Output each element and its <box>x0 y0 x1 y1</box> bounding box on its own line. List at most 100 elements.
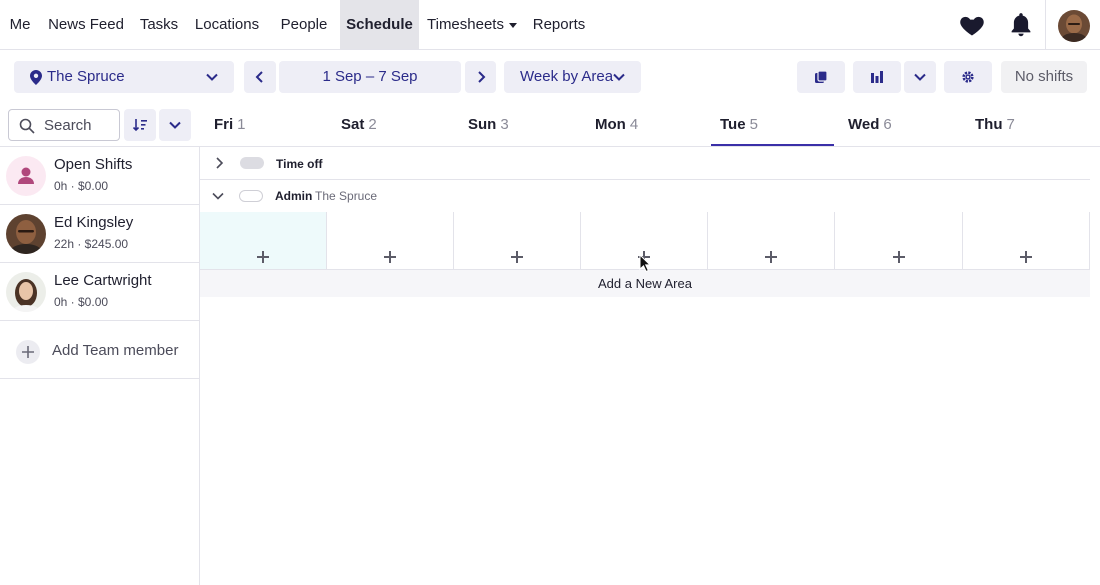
day-header-sun[interactable]: Sun 3 <box>468 109 509 147</box>
day-header-wed[interactable]: Wed 6 <box>848 109 892 147</box>
avatar <box>6 214 46 254</box>
member-row-ed-kingsley[interactable]: Ed Kingsley 22h · $245.00 <box>0 205 199 263</box>
nav-news-feed-label: News Feed <box>48 16 124 33</box>
day-name: Thu <box>975 116 1003 133</box>
add-shift-cell-sun[interactable] <box>454 212 581 269</box>
bell-icon[interactable] <box>1008 11 1036 39</box>
previous-week-button[interactable] <box>244 61 276 93</box>
chevron-down-icon <box>914 73 926 81</box>
day-header-thu[interactable]: Thu 7 <box>975 109 1015 147</box>
member-row-lee-cartwright[interactable]: Lee Cartwright 0h · $0.00 <box>0 263 199 321</box>
stats-dropdown-button[interactable] <box>904 61 936 93</box>
plus-icon <box>1020 251 1032 263</box>
nav-schedule[interactable]: Schedule <box>340 0 419 49</box>
collapse-area-toggle[interactable] <box>211 189 225 203</box>
chevron-right-icon <box>216 157 224 169</box>
date-range-label: 1 Sep – 7 Sep <box>322 68 418 85</box>
sort-icon <box>132 119 147 132</box>
user-avatar[interactable] <box>1058 10 1090 42</box>
settings-button[interactable] <box>944 61 992 93</box>
copy-button[interactable] <box>797 61 845 93</box>
add-shift-cell-sat[interactable] <box>327 212 454 269</box>
person-icon <box>18 167 34 184</box>
day-header-mon[interactable]: Mon 4 <box>595 109 638 147</box>
add-new-area-label: Add a New Area <box>598 276 692 291</box>
chevron-left-icon <box>255 71 263 83</box>
area-name: Admin <box>275 189 313 203</box>
member-name: Open Shifts <box>54 156 133 173</box>
sort-dropdown-button[interactable] <box>159 109 191 141</box>
member-name: Ed Kingsley <box>54 214 134 231</box>
plus-icon <box>765 251 777 263</box>
copy-icon <box>815 70 828 83</box>
day-name: Mon <box>595 116 626 133</box>
expand-time-off-toggle[interactable] <box>212 156 226 170</box>
nav-me-label: Me <box>9 16 31 33</box>
add-new-area-button[interactable]: Add a New Area <box>200 270 1090 297</box>
nav-tasks[interactable]: Tasks <box>132 0 186 49</box>
add-shift-cell-wed[interactable] <box>835 212 963 269</box>
open-shifts-avatar <box>6 156 46 196</box>
add-team-member-label: Add Team member <box>52 342 179 359</box>
time-off-color-pill <box>240 157 264 169</box>
add-shift-cell-thu[interactable] <box>963 212 1090 269</box>
open-shifts-row[interactable]: Open Shifts 0h · $0.00 <box>0 147 199 205</box>
add-team-member-button[interactable]: Add Team member <box>0 321 199 379</box>
chevron-down-icon <box>613 73 625 81</box>
chevron-down-icon <box>206 73 218 81</box>
member-hours-cost: 0h · $0.00 <box>54 295 109 309</box>
search-input[interactable]: Search <box>8 109 120 141</box>
day-name: Sun <box>468 116 497 133</box>
area-color-pill <box>239 190 263 202</box>
nav-timesheets-label: Timesheets <box>427 16 504 33</box>
team-member-panel: Open Shifts 0h · $0.00 Ed Kingsley 22h ·… <box>0 147 200 585</box>
day-number: 6 <box>883 116 892 133</box>
row-divider <box>200 179 1090 180</box>
nav-locations[interactable]: Locations <box>188 0 266 49</box>
gear-icon <box>962 71 974 83</box>
day-header-sat[interactable]: Sat 2 <box>341 109 377 147</box>
day-name: Sat <box>341 116 365 133</box>
nav-me[interactable]: Me <box>0 0 40 49</box>
nav-timesheets[interactable]: Timesheets <box>424 0 520 49</box>
area-location: The Spruce <box>315 189 378 203</box>
next-week-button[interactable] <box>465 61 496 93</box>
stats-button[interactable] <box>853 61 901 93</box>
nav-reports[interactable]: Reports <box>526 0 592 49</box>
chevron-right-icon <box>478 71 486 83</box>
view-selector[interactable]: Week by Area <box>504 61 641 93</box>
nav-reports-label: Reports <box>532 16 586 33</box>
day-name: Fri <box>214 116 234 133</box>
day-name: Wed <box>848 116 880 133</box>
nav-people-label: People <box>280 16 328 33</box>
add-shift-cell-fri[interactable] <box>200 212 327 269</box>
member-name: Lee Cartwright <box>54 272 152 289</box>
day-header-tue[interactable]: Tue 5 <box>720 109 758 147</box>
nav-news-feed[interactable]: News Feed <box>42 0 130 49</box>
chevron-down-icon <box>169 121 181 129</box>
mouse-cursor-icon <box>639 254 651 272</box>
day-number: 4 <box>629 116 639 133</box>
plus-icon <box>384 251 396 263</box>
sort-button[interactable] <box>124 109 156 141</box>
location-selector[interactable]: The Spruce <box>14 61 234 93</box>
nav-people[interactable]: People <box>272 0 336 49</box>
day-header-fri[interactable]: Fri 1 <box>214 109 246 147</box>
day-name: Tue <box>720 116 746 133</box>
day-number: 2 <box>368 116 377 133</box>
heart-icon[interactable] <box>958 11 986 39</box>
day-number: 7 <box>1006 116 1015 133</box>
day-number: 1 <box>237 116 246 133</box>
chevron-down-icon <box>212 192 224 200</box>
nav-tasks-label: Tasks <box>139 16 179 33</box>
bar-chart-icon <box>871 71 883 83</box>
member-hours-cost: 0h · $0.00 <box>54 179 109 193</box>
date-range-picker[interactable]: 1 Sep – 7 Sep <box>279 61 461 93</box>
add-shift-cell-tue[interactable] <box>708 212 835 269</box>
publish-status-button[interactable]: No shifts <box>1001 61 1087 93</box>
map-pin-icon <box>30 70 42 85</box>
nav-locations-label: Locations <box>194 16 260 33</box>
search-icon <box>19 118 35 134</box>
top-navigation: Me News Feed Tasks Locations People Sche… <box>0 0 1100 50</box>
plus-icon <box>257 251 269 263</box>
